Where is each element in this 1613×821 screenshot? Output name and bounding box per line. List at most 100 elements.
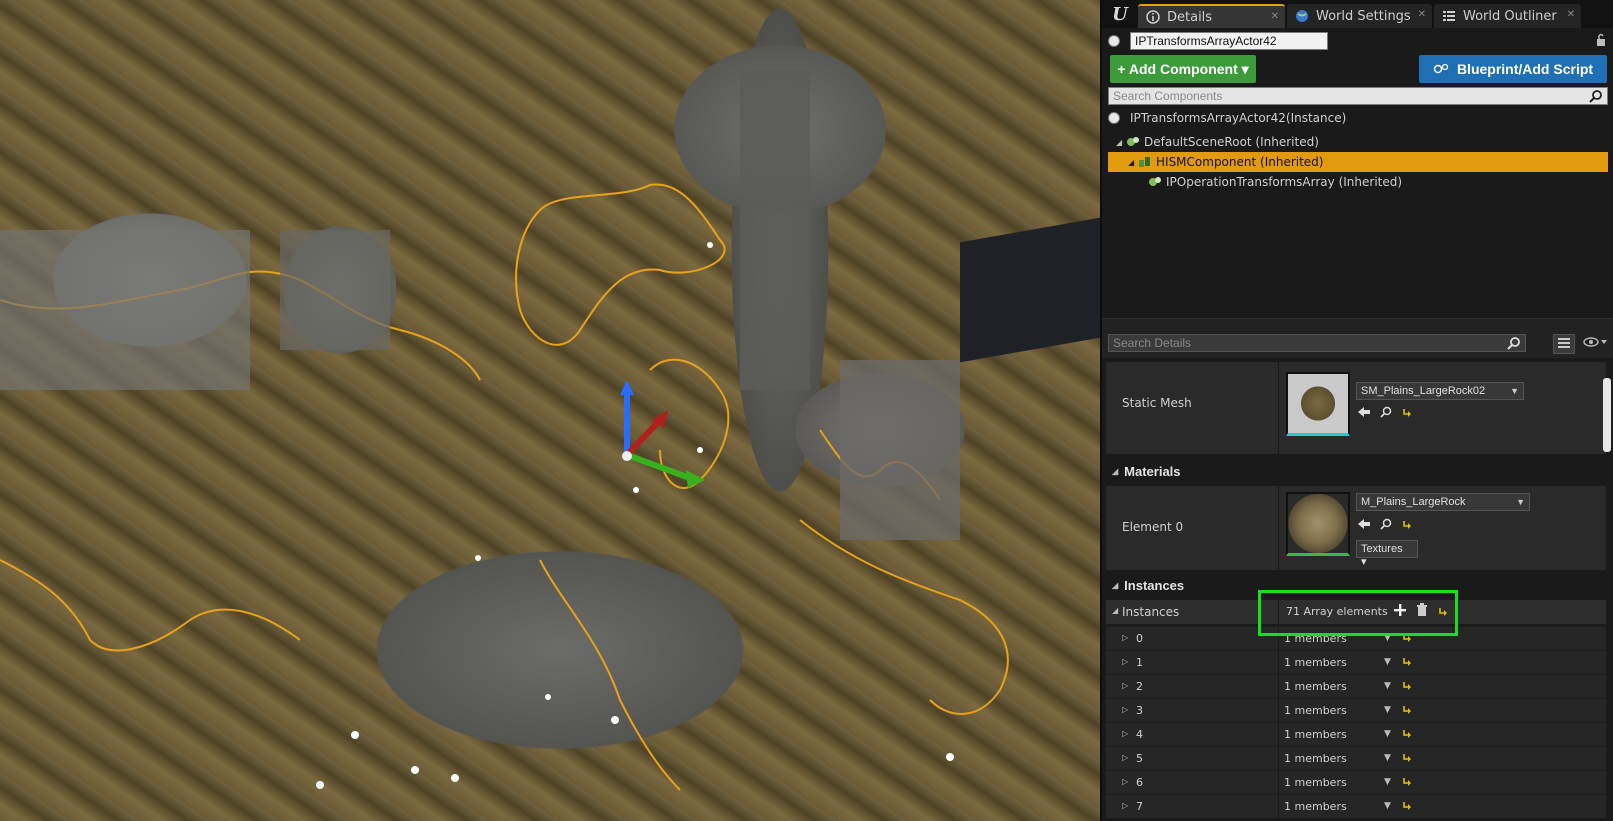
- panel-splitter[interactable]: [1102, 318, 1613, 330]
- chevron-down-icon[interactable]: ▼: [1384, 801, 1391, 811]
- tab-label: Details: [1167, 9, 1213, 25]
- reset-to-default-icon[interactable]: [1402, 799, 1412, 813]
- array-elements-highlight: [1258, 590, 1458, 636]
- scene-component-icon: [1126, 135, 1140, 149]
- tab-details[interactable]: Details ✕: [1138, 4, 1285, 28]
- static-mesh-combo[interactable]: SM_Plains_LargeRock02 ▼: [1356, 382, 1524, 400]
- expand-arrow-icon[interactable]: ▷: [1122, 681, 1128, 690]
- static-mesh-thumbnail[interactable]: [1286, 372, 1350, 436]
- tab-world-outliner[interactable]: World Outliner ✕: [1434, 4, 1581, 28]
- reset-to-default-icon[interactable]: [1402, 751, 1412, 765]
- reset-to-default-icon[interactable]: [1402, 407, 1412, 417]
- lock-icon[interactable]: [1595, 33, 1607, 50]
- instance-row[interactable]: ▷ 6 1 members ▼: [1106, 770, 1606, 794]
- instance-index: 0: [1136, 632, 1143, 645]
- close-icon[interactable]: ✕: [1418, 9, 1426, 20]
- close-icon[interactable]: ✕: [1567, 9, 1575, 20]
- instance-row[interactable]: ▷ 1 1 members ▼: [1106, 650, 1606, 674]
- tab-label: World Settings: [1316, 8, 1411, 24]
- gears-icon: [1433, 62, 1449, 76]
- close-icon[interactable]: ✕: [1271, 11, 1279, 22]
- expand-arrow-icon[interactable]: ▷: [1122, 633, 1128, 642]
- details-icon: [1146, 10, 1160, 24]
- reset-to-default-icon[interactable]: [1402, 727, 1412, 741]
- materials-category-header[interactable]: ◢ Materials: [1106, 458, 1613, 484]
- collapse-arrow-icon[interactable]: ◢: [1116, 138, 1126, 147]
- instance-row[interactable]: ▷ 7 1 members ▼: [1106, 794, 1606, 818]
- component-button-row: + Add Component ▾ Blueprint/Add Script: [1102, 54, 1613, 84]
- collapse-arrow-icon: ◢: [1112, 466, 1119, 476]
- instance-members: 1 members: [1284, 752, 1347, 765]
- instanced-mesh-icon: [1138, 155, 1152, 169]
- column-splitter: [1278, 651, 1279, 674]
- expand-arrow-icon[interactable]: ▷: [1122, 729, 1128, 738]
- material-thumbnail[interactable]: [1286, 492, 1350, 556]
- browse-search-icon[interactable]: [1380, 518, 1392, 530]
- tree-item-ip-operation-transforms-array[interactable]: IPOperationTransformsArray (Inherited): [1108, 172, 1608, 192]
- instance-index: 3: [1136, 704, 1143, 717]
- instance-members: 1 members: [1284, 800, 1347, 813]
- reset-to-default-icon[interactable]: [1402, 703, 1412, 717]
- search-components-input[interactable]: Search Components: [1108, 87, 1608, 105]
- tree-item-hism-component[interactable]: ◢ HISMComponent (Inherited): [1108, 152, 1608, 172]
- actor-visibility-toggle[interactable]: [1108, 35, 1120, 47]
- column-splitter: [1278, 771, 1279, 794]
- instance-row[interactable]: ▷ 2 1 members ▼: [1106, 674, 1606, 698]
- instance-row[interactable]: ▷ 4 1 members ▼: [1106, 722, 1606, 746]
- instance-row[interactable]: ▷ 5 1 members ▼: [1106, 746, 1606, 770]
- instance-indicator: [1108, 112, 1120, 124]
- browse-search-icon[interactable]: [1380, 406, 1392, 418]
- search-details-input[interactable]: Search Details: [1108, 334, 1526, 352]
- column-splitter: [1278, 747, 1279, 770]
- instance-members: 1 members: [1284, 776, 1347, 789]
- instance-index: 1: [1136, 656, 1143, 669]
- reset-to-default-icon[interactable]: [1402, 519, 1412, 529]
- view-options-button[interactable]: [1553, 334, 1575, 354]
- element-0-label: Element 0: [1122, 520, 1184, 534]
- textures-dropdown[interactable]: Textures ▾: [1356, 540, 1418, 568]
- column-splitter: [1278, 795, 1279, 818]
- level-viewport[interactable]: [0, 0, 1100, 821]
- add-component-button[interactable]: + Add Component ▾: [1110, 55, 1256, 83]
- expand-arrow-icon[interactable]: ▷: [1122, 657, 1128, 666]
- tree-item-label: DefaultSceneRoot (Inherited): [1144, 135, 1319, 149]
- actor-name-field[interactable]: IPTransformsArrayActor42: [1130, 32, 1328, 50]
- tab-label: World Outliner: [1463, 8, 1557, 24]
- chevron-down-icon[interactable]: ▼: [1384, 753, 1391, 763]
- blueprint-add-script-button[interactable]: Blueprint/Add Script: [1419, 55, 1607, 83]
- component-root-label: IPTransformsArrayActor42(Instance): [1130, 111, 1347, 125]
- asset-actions: [1358, 406, 1412, 418]
- chevron-down-icon[interactable]: ▼: [1384, 657, 1391, 667]
- column-splitter: [1278, 699, 1279, 722]
- chevron-down-icon[interactable]: ▼: [1384, 729, 1391, 739]
- materials-header-label: Materials: [1124, 463, 1181, 479]
- expand-arrow-icon[interactable]: ▷: [1122, 753, 1128, 762]
- instances-label: Instances: [1122, 605, 1180, 619]
- tree-item-default-scene-root[interactable]: ◢ DefaultSceneRoot (Inherited): [1108, 132, 1608, 152]
- reset-to-default-icon[interactable]: [1402, 655, 1412, 669]
- material-combo[interactable]: M_Plains_LargeRock ▼: [1356, 493, 1530, 511]
- expand-arrow-icon[interactable]: ▷: [1122, 777, 1128, 786]
- reset-to-default-icon[interactable]: [1402, 679, 1412, 693]
- static-mesh-label: Static Mesh: [1122, 396, 1192, 410]
- eye-icon[interactable]: [1583, 336, 1609, 351]
- details-scrollbar[interactable]: [1603, 378, 1611, 452]
- use-selected-arrow-icon[interactable]: [1358, 519, 1370, 529]
- instance-members: 1 members: [1284, 656, 1347, 669]
- collapse-arrow-icon[interactable]: ◢: [1112, 606, 1118, 615]
- reset-to-default-icon[interactable]: [1402, 775, 1412, 789]
- instance-members: 1 members: [1284, 680, 1347, 693]
- tab-world-settings[interactable]: World Settings ✕: [1287, 4, 1432, 28]
- instance-row[interactable]: ▷ 3 1 members ▼: [1106, 698, 1606, 722]
- expand-arrow-icon[interactable]: ▷: [1122, 801, 1128, 810]
- expand-arrow-icon[interactable]: ▷: [1122, 705, 1128, 714]
- use-selected-arrow-icon[interactable]: [1358, 407, 1370, 417]
- instance-index: 5: [1136, 752, 1143, 765]
- chevron-down-icon[interactable]: ▼: [1384, 681, 1391, 691]
- chevron-down-icon[interactable]: ▼: [1384, 705, 1391, 715]
- chevron-down-icon[interactable]: ▼: [1384, 777, 1391, 787]
- scene-component-icon: [1148, 175, 1162, 189]
- component-root-instance[interactable]: IPTransformsArrayActor42(Instance): [1108, 108, 1346, 128]
- instance-index: 6: [1136, 776, 1143, 789]
- collapse-arrow-icon[interactable]: ◢: [1128, 158, 1138, 167]
